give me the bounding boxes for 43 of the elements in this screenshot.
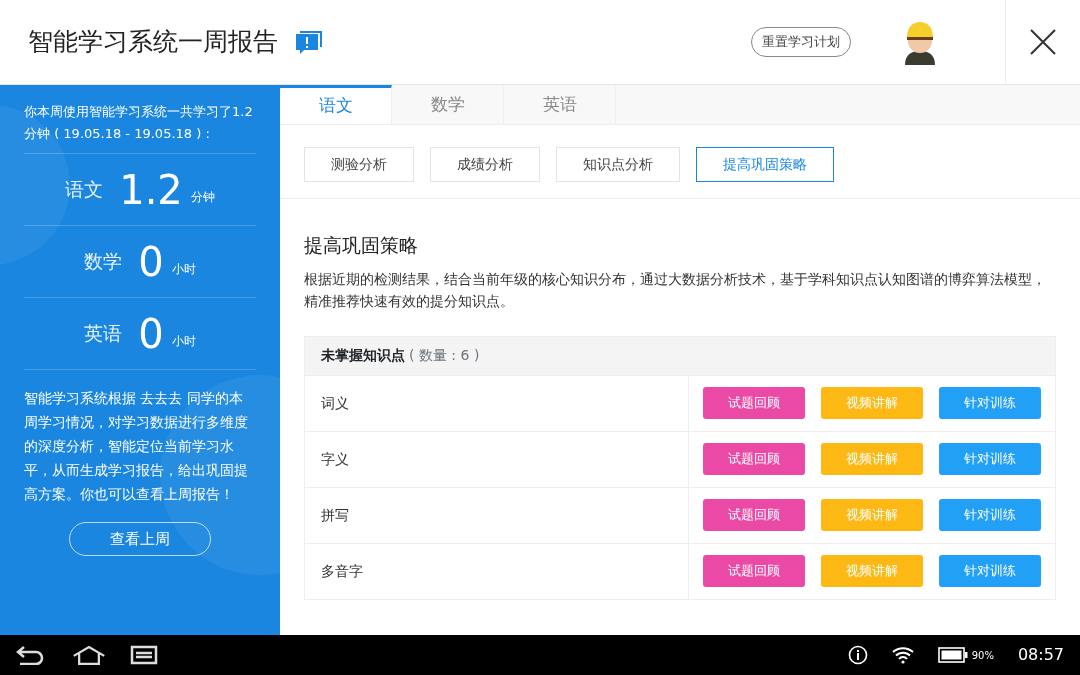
action-button[interactable]: 针对训练 xyxy=(939,499,1041,531)
clock-time: 08:57 xyxy=(1017,644,1064,666)
action-button[interactable]: 试题回顾 xyxy=(703,499,805,531)
analysis-tab[interactable]: 知识点分析 xyxy=(556,147,680,182)
section-description: 根据近期的检测结果，结合当前年级的核心知识分布，通过大数据分析技术，基于学科知识点认知图谱的博弈算法模型，精准推荐快速有效的提分知识点。 xyxy=(304,269,1047,311)
knowledge-point: 拼写 xyxy=(321,505,349,525)
action-button[interactable]: 针对训练 xyxy=(939,443,1041,475)
analysis-tab[interactable]: 成绩分析 xyxy=(430,147,540,182)
close-icon[interactable] xyxy=(1030,29,1056,55)
subject-label: 数学 xyxy=(84,249,123,275)
subject-tab[interactable]: 语文 xyxy=(280,85,392,124)
study-time-value: 0 xyxy=(138,241,164,282)
battery-icon xyxy=(937,647,968,663)
study-time-value: 0 xyxy=(138,313,164,354)
action-button[interactable]: 针对训练 xyxy=(939,387,1041,419)
time-unit: 小时 xyxy=(171,260,196,278)
analysis-tab[interactable]: 提高巩固策略 xyxy=(696,147,834,182)
knowledge-point: 字义 xyxy=(321,449,349,469)
wifi-icon xyxy=(891,646,914,664)
battery-percent: 90% xyxy=(971,648,994,663)
count-label: ( 数量 : 6 ) xyxy=(409,346,480,365)
knowledge-point: 词义 xyxy=(321,393,349,413)
study-summary: 你本周使用智能学习系统一共学习了1.2分钟 ( 19.05.18 - 19.05.18 ) : xyxy=(24,103,254,143)
reset-plan-button[interactable]: 重置学习计划 xyxy=(751,27,851,57)
action-button[interactable]: 针对训练 xyxy=(939,555,1041,587)
analysis-tab[interactable]: 测验分析 xyxy=(304,147,414,182)
action-button[interactable]: 试题回顾 xyxy=(703,387,805,419)
subject-label: 语文 xyxy=(65,177,104,203)
subject-label: 英语 xyxy=(84,321,123,347)
action-button[interactable]: 试题回顾 xyxy=(703,443,805,475)
knowledge-point: 多音字 xyxy=(321,561,363,581)
info-icon[interactable] xyxy=(847,645,868,665)
message-icon[interactable] xyxy=(294,29,324,55)
report-description: 智能学习系统根据 去去去 同学的本周学习情况，对学习数据进行多维度的深度分析，智能定位当前学习水平，从而生成学习报告，给出巩固提高方案。你也可以查看上周报告！ xyxy=(24,369,256,506)
study-time-value: 1.2 xyxy=(119,169,183,210)
time-unit: 小时 xyxy=(171,332,196,350)
back-icon[interactable] xyxy=(16,645,44,665)
section-title: 提高巩固策略 xyxy=(304,233,419,258)
recent-apps-icon[interactable] xyxy=(130,645,158,665)
time-unit: 分钟 xyxy=(190,188,215,206)
action-button[interactable]: 试题回顾 xyxy=(703,555,805,587)
page-title: 智能学习系统一周报告 xyxy=(28,26,278,59)
table-title: 未掌握知识点 xyxy=(321,346,405,365)
